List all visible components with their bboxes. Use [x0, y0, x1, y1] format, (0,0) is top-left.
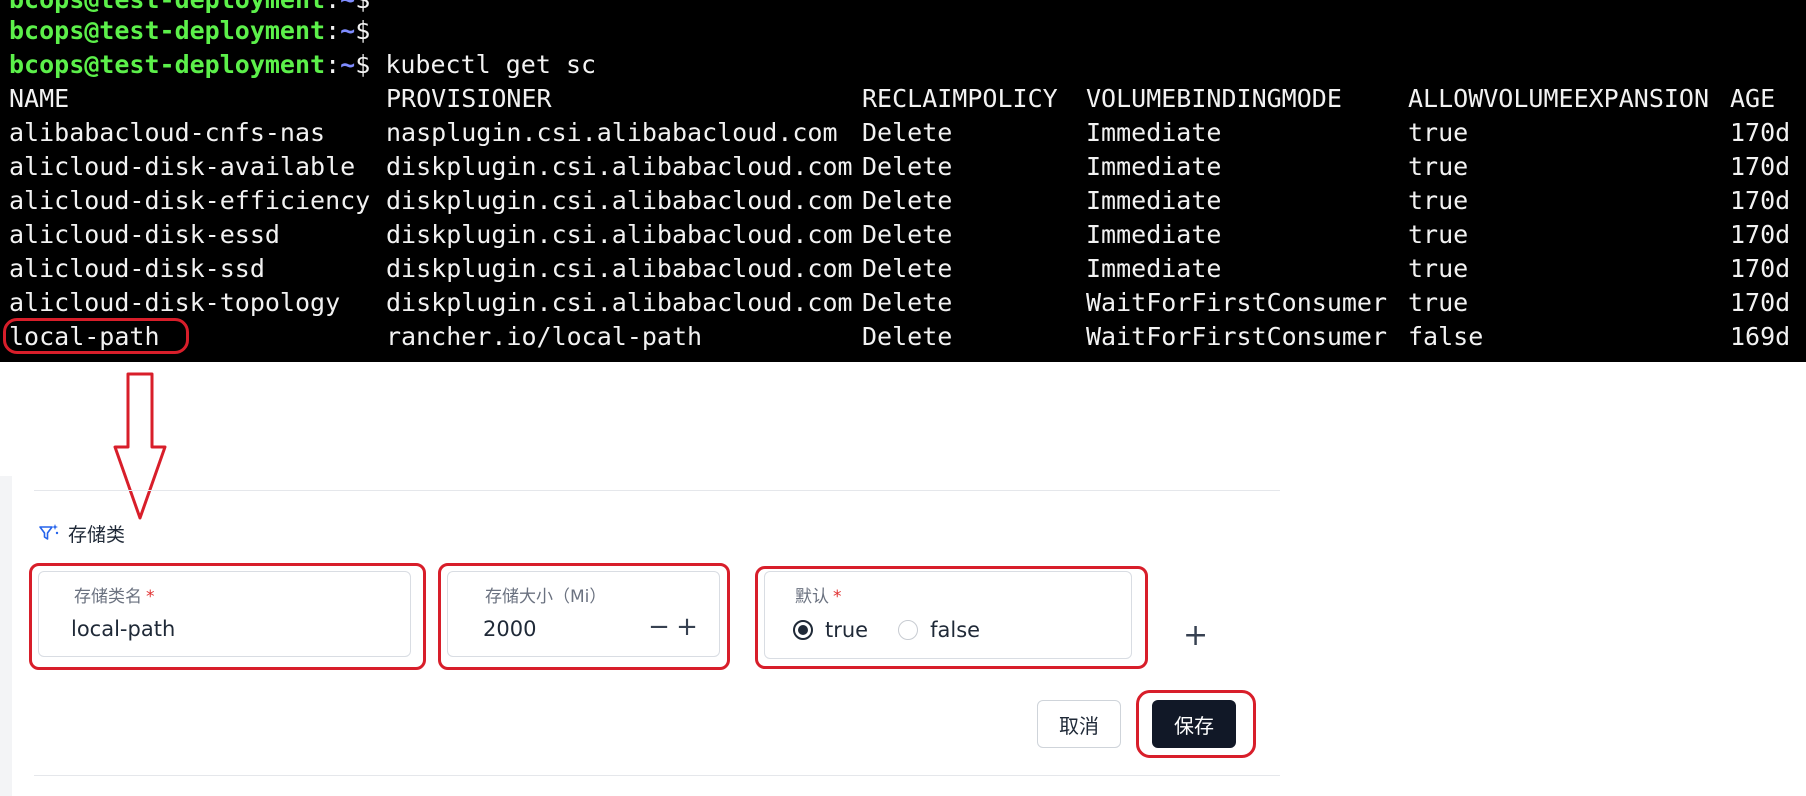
cell-provisioner: diskplugin.csi.alibabacloud.com: [386, 152, 853, 181]
prompt-user-host: bcops@test-deployment: [9, 50, 326, 79]
header-age: AGE: [1730, 84, 1776, 113]
cell-reclaimpolicy: Delete: [862, 288, 953, 317]
cell-age: 170d: [1730, 118, 1791, 147]
prompt-user-host: bcops@test-deployment: [9, 0, 325, 14]
cell-reclaimpolicy: Delete: [862, 220, 953, 249]
cell-age: 170d: [1730, 220, 1791, 249]
cell-reclaimpolicy: Delete: [862, 322, 953, 351]
prompt-path: ~: [340, 50, 356, 79]
cell-name: alicloud-disk-efficiency: [9, 186, 371, 215]
terminal-command: kubectl get sc: [385, 50, 597, 79]
divider-top: [34, 490, 1280, 491]
left-panel-edge: [0, 476, 12, 796]
cell-reclaimpolicy: Delete: [862, 152, 953, 181]
prompt-path: ~: [340, 0, 355, 14]
terminal-command-line: bcops@test-deployment:~$ kubectl get sc: [9, 48, 596, 82]
terminal-prompt-line: bcops@test-deployment:~$: [9, 14, 370, 48]
header-volumebindingmode: VOLUMEBINDINGMODE: [1086, 84, 1342, 113]
annotation-box-default: [755, 566, 1148, 669]
annotation-box-storage-size: [438, 563, 730, 670]
cell-provisioner: rancher.io/local-path: [386, 322, 703, 351]
cell-age: 169d: [1730, 322, 1791, 351]
terminal-table-row: alibabacloud-cnfs-nas nasplugin.csi.alib…: [0, 116, 1806, 150]
prompt-colon: :: [325, 16, 341, 45]
cell-volumebindingmode: WaitForFirstConsumer: [1086, 322, 1388, 351]
cell-allowvolumeexpansion: true: [1408, 254, 1469, 283]
cell-allowvolumeexpansion: true: [1408, 288, 1469, 317]
cell-provisioner: diskplugin.csi.alibabacloud.com: [386, 254, 853, 283]
prompt-dollar: $: [355, 16, 371, 45]
cell-provisioner: diskplugin.csi.alibabacloud.com: [386, 220, 853, 249]
annotation-box-storage-class-name: [29, 563, 426, 670]
terminal-table-row: alicloud-disk-essd diskplugin.csi.alibab…: [0, 218, 1806, 252]
cell-volumebindingmode: Immediate: [1086, 186, 1222, 215]
terminal-window: bcops@test-deployment:~$ bcops@test-depl…: [0, 0, 1806, 362]
cell-reclaimpolicy: Delete: [862, 186, 953, 215]
terminal-table-row: alicloud-disk-available diskplugin.csi.a…: [0, 150, 1806, 184]
terminal-table-row: alicloud-disk-topology diskplugin.csi.al…: [0, 286, 1806, 320]
annotation-down-arrow-icon: [113, 372, 167, 520]
section-title: 存储类: [68, 523, 126, 546]
cell-name: alicloud-disk-available: [9, 152, 356, 181]
cell-name: alicloud-disk-topology: [9, 288, 341, 317]
cell-age: 170d: [1730, 152, 1791, 181]
cell-allowvolumeexpansion: true: [1408, 152, 1469, 181]
header-allowvolumeexpansion: ALLOWVOLUMEEXPANSION: [1408, 84, 1710, 113]
prompt-colon: :: [325, 50, 341, 79]
cell-name: alicloud-disk-ssd: [9, 254, 265, 283]
prompt-path: ~: [340, 16, 356, 45]
cell-name: alibabacloud-cnfs-nas: [9, 118, 326, 147]
cell-name: alicloud-disk-essd: [9, 220, 280, 249]
cell-reclaimpolicy: Delete: [862, 254, 953, 283]
cell-provisioner: diskplugin.csi.alibabacloud.com: [386, 186, 853, 215]
prompt-dollar: $: [355, 50, 371, 79]
cell-volumebindingmode: Immediate: [1086, 220, 1222, 249]
prompt-user-host: bcops@test-deployment: [9, 16, 326, 45]
prompt-colon: :: [325, 0, 340, 14]
cell-volumebindingmode: Immediate: [1086, 254, 1222, 283]
cell-age: 170d: [1730, 186, 1791, 215]
header-provisioner: PROVISIONER: [386, 84, 552, 113]
terminal-table-row: alicloud-disk-efficiency diskplugin.csi.…: [0, 184, 1806, 218]
header-name: NAME: [9, 84, 70, 113]
terminal-table-header: NAME PROVISIONER RECLAIMPOLICY VOLUMEBIN…: [0, 82, 1806, 116]
cancel-button[interactable]: 取消: [1037, 700, 1121, 748]
terminal-table-row: local-path rancher.io/local-path Delete …: [0, 320, 1806, 354]
terminal-table-row: alicloud-disk-ssd diskplugin.csi.alibaba…: [0, 252, 1806, 286]
cell-allowvolumeexpansion: true: [1408, 118, 1469, 147]
annotation-box-save: [1136, 690, 1256, 758]
cell-volumebindingmode: Immediate: [1086, 152, 1222, 181]
cell-age: 170d: [1730, 288, 1791, 317]
cell-volumebindingmode: Immediate: [1086, 118, 1222, 147]
annotation-highlight-local-path: [3, 318, 189, 354]
cell-reclaimpolicy: Delete: [862, 118, 953, 147]
cell-allowvolumeexpansion: false: [1408, 322, 1484, 351]
cell-volumebindingmode: WaitForFirstConsumer: [1086, 288, 1388, 317]
cell-age: 170d: [1730, 254, 1791, 283]
divider-bottom: [34, 775, 1280, 776]
cell-allowvolumeexpansion: true: [1408, 220, 1469, 249]
cell-provisioner: diskplugin.csi.alibabacloud.com: [386, 288, 853, 317]
sparkle-filter-icon: [39, 524, 59, 540]
prompt-dollar: $: [355, 0, 370, 14]
header-reclaimpolicy: RECLAIMPOLICY: [862, 84, 1058, 113]
add-storage-class-button[interactable]: +: [1183, 621, 1208, 651]
cell-allowvolumeexpansion: true: [1408, 186, 1469, 215]
section-header: 存储类: [38, 520, 125, 546]
cell-provisioner: nasplugin.csi.alibabacloud.com: [386, 118, 838, 147]
